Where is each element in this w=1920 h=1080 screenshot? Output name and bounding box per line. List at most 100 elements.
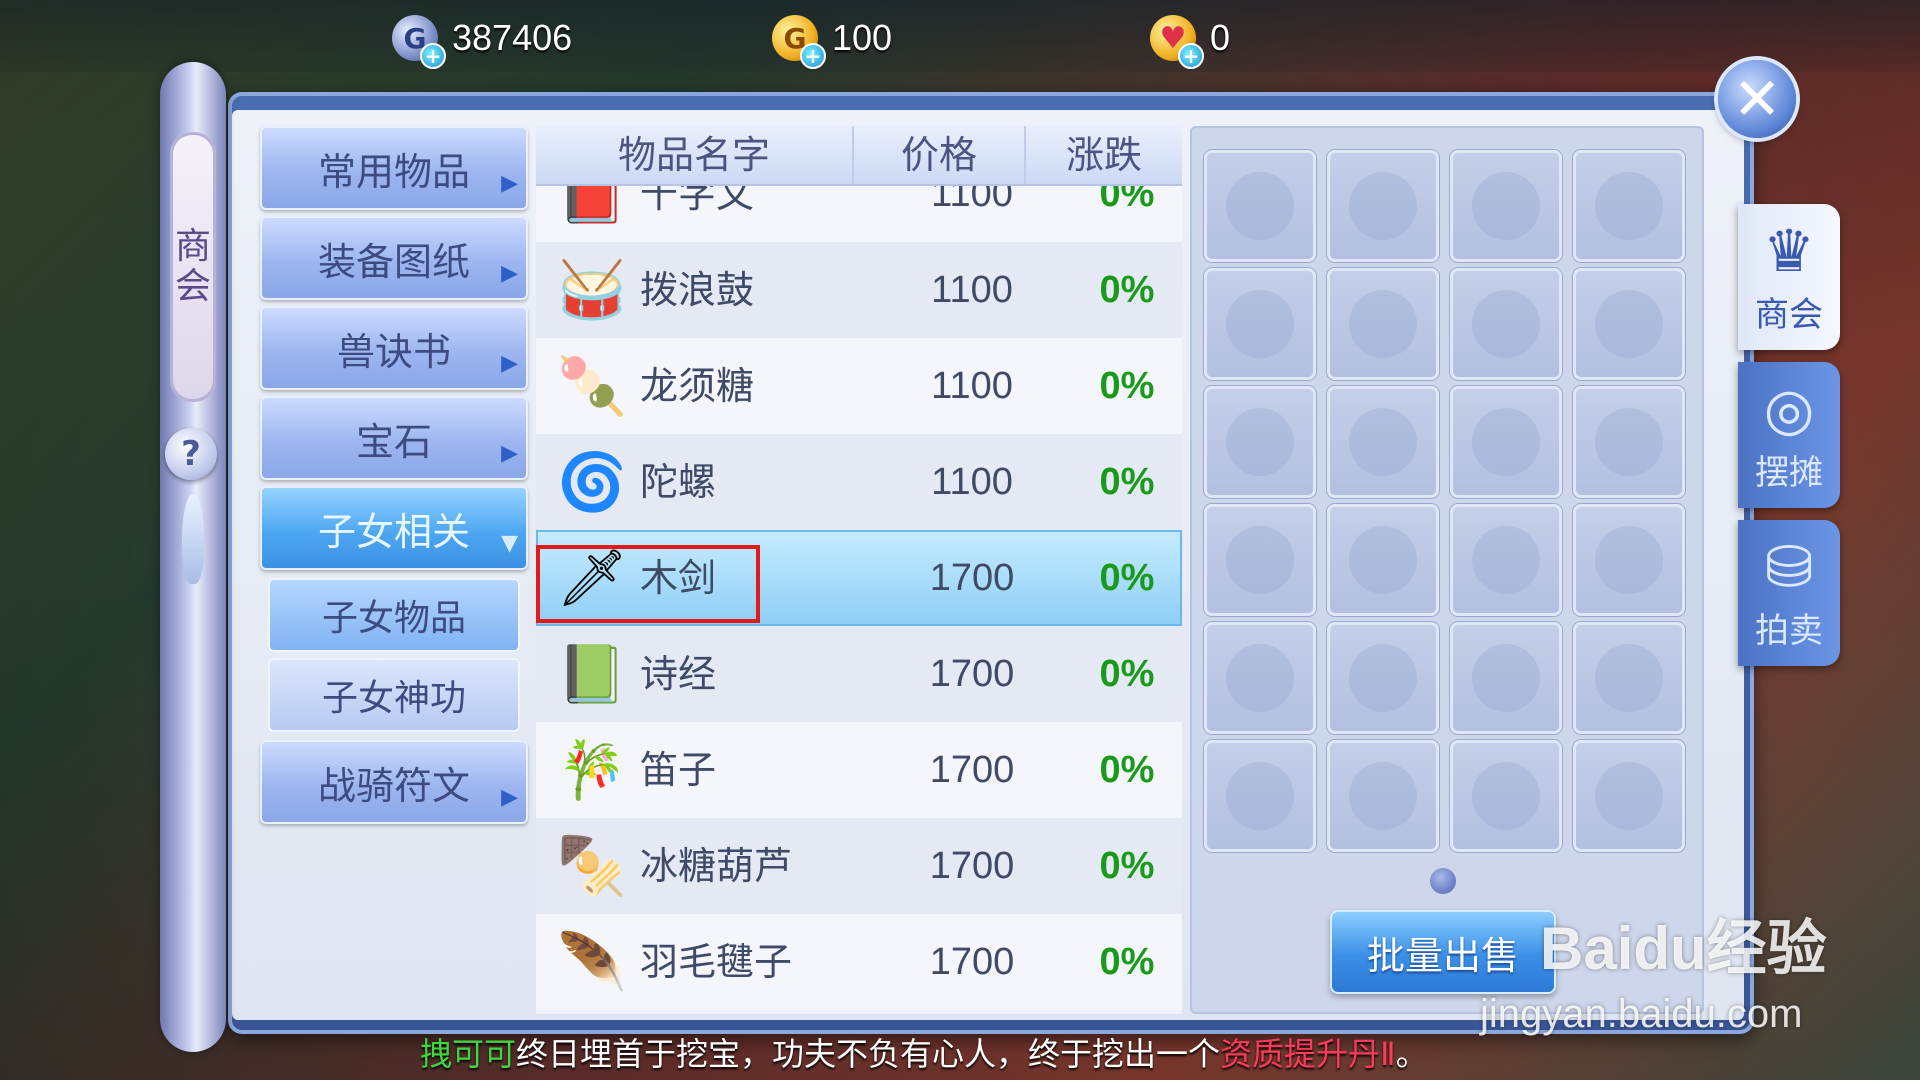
message-item-name[interactable]: 资质提升丹Ⅱ <box>1220 1035 1396 1073</box>
gold-coin-icon: G + <box>772 15 826 69</box>
table-row[interactable]: 🍡 龙须糖 1100 0% <box>536 338 1182 434</box>
category-children[interactable]: 子女相关 ▼ <box>260 486 528 570</box>
brush-decoration-icon <box>182 494 204 584</box>
inventory-slot[interactable] <box>1327 622 1439 734</box>
inventory-slot[interactable] <box>1204 268 1316 380</box>
item-change: 0% <box>1099 269 1155 311</box>
inventory-slot[interactable] <box>1450 386 1562 498</box>
subcategory-children-items[interactable]: 子女物品 <box>268 578 520 652</box>
book-stack-icon: 📗 <box>557 642 627 707</box>
add-gold-icon[interactable]: + <box>800 43 826 69</box>
tab-label: 摆摊 <box>1755 452 1823 493</box>
item-price: 1700 <box>929 557 1015 599</box>
shuttlecock-icon: 🪶 <box>557 930 627 995</box>
category-equipment-blueprints[interactable]: 装备图纸 ▶ <box>260 216 528 300</box>
category-beast-skill-books[interactable]: 兽诀书 ▶ <box>260 306 528 390</box>
inventory-slot[interactable] <box>1573 504 1685 616</box>
tab-label: 拍卖 <box>1755 610 1823 651</box>
heart-currency[interactable]: ♥ + 0 <box>1150 12 1230 69</box>
item-price: 1700 <box>929 845 1015 887</box>
item-name: 冰糖葫芦 <box>640 844 793 888</box>
item-change: 0% <box>1099 941 1155 983</box>
coins-icon: ◎ <box>1763 374 1815 443</box>
subcategory-children-skills[interactable]: 子女神功 <box>268 658 520 732</box>
inventory-slot[interactable] <box>1204 150 1316 262</box>
chevron-down-icon: ▼ <box>501 531 518 556</box>
item-change: 0% <box>1099 557 1155 599</box>
item-name: 拨浪鼓 <box>640 268 755 312</box>
table-row[interactable]: 🌀 陀螺 1100 0% <box>536 434 1182 530</box>
tab-stall[interactable]: ◎ 摆摊 <box>1738 362 1840 508</box>
tab-shop-guild[interactable]: ♛ 商会 <box>1738 204 1840 350</box>
gold-currency[interactable]: G + 100 <box>772 12 892 69</box>
chevron-right-icon: ▶ <box>501 785 518 810</box>
item-change: 0% <box>1099 845 1155 887</box>
inventory-slot[interactable] <box>1573 386 1685 498</box>
category-gems[interactable]: 宝石 ▶ <box>260 396 528 480</box>
inventory-slot[interactable] <box>1204 386 1316 498</box>
category-mount-runes[interactable]: 战骑符文 ▶ <box>260 740 528 824</box>
page-indicator-dot[interactable] <box>1430 868 1456 894</box>
item-change: 0% <box>1099 749 1155 791</box>
scroll-title-char: 商 <box>174 226 211 267</box>
silver-currency[interactable]: G + 387406 <box>392 12 573 69</box>
table-row[interactable]: 🍢 冰糖葫芦 1700 0% <box>536 818 1182 914</box>
table-row[interactable]: 🥁 拨浪鼓 1100 0% <box>536 242 1182 338</box>
item-price: 1700 <box>929 653 1015 695</box>
inventory-slot[interactable] <box>1450 622 1562 734</box>
category-common-items[interactable]: 常用物品 ▶ <box>260 126 528 210</box>
inventory-slot[interactable] <box>1450 268 1562 380</box>
item-price: 1100 <box>931 461 1013 503</box>
inventory-slot[interactable] <box>1573 622 1685 734</box>
inventory-slot[interactable] <box>1450 150 1562 262</box>
system-message: 拽可可终日埋首于挖宝，功夫不负有心人，终于挖出一个资质提升丹Ⅱ。 <box>420 1032 1520 1076</box>
inventory-slot[interactable] <box>1450 504 1562 616</box>
bulk-sell-button[interactable]: 批量出售 <box>1330 910 1556 994</box>
silver-amount: 387406 <box>452 17 573 58</box>
item-name: 笛子 <box>640 748 717 792</box>
chevron-right-icon: ▶ <box>501 171 518 196</box>
candy-plate-icon: 🍡 <box>557 354 627 419</box>
table-row[interactable]: 🎋 笛子 1700 0% <box>536 722 1182 818</box>
add-heart-icon[interactable]: + <box>1178 43 1204 69</box>
item-change: 0% <box>1099 365 1155 407</box>
add-silver-icon[interactable]: + <box>420 43 446 69</box>
highlight-box <box>536 545 760 623</box>
flute-icon: 🎋 <box>557 738 627 803</box>
tab-auction[interactable]: ⛁ 拍卖 <box>1738 520 1840 666</box>
item-name: 陀螺 <box>640 460 717 504</box>
close-button[interactable]: ✕ <box>1718 60 1796 138</box>
header-item-name: 物品名字 <box>536 126 854 184</box>
item-name: 羽毛毽子 <box>640 940 793 984</box>
inventory-slot[interactable] <box>1327 150 1439 262</box>
inventory-slot[interactable] <box>1327 386 1439 498</box>
table-row[interactable]: 🪶 羽毛毽子 1700 0% <box>536 914 1182 1010</box>
candied-haws-icon: 🍢 <box>557 834 627 899</box>
rattle-drum-icon: 🥁 <box>557 258 627 323</box>
tab-label: 商会 <box>1755 294 1823 335</box>
inventory-slot[interactable] <box>1450 740 1562 852</box>
table-row[interactable]: 📗 诗经 1700 0% <box>536 626 1182 722</box>
category-label: 子女相关 <box>317 509 470 554</box>
category-label: 装备图纸 <box>317 239 470 284</box>
spinning-top-icon: 🌀 <box>557 450 627 515</box>
inventory-slot[interactable] <box>1327 740 1439 852</box>
inventory-slot[interactable] <box>1327 268 1439 380</box>
inventory-slot[interactable] <box>1573 150 1685 262</box>
category-label: 常用物品 <box>317 149 470 194</box>
item-name: 龙须糖 <box>640 364 755 408</box>
message-player-name[interactable]: 拽可可 <box>420 1035 516 1073</box>
inventory-slot[interactable] <box>1573 740 1685 852</box>
help-button[interactable]: ? <box>165 428 217 480</box>
currency-bar: G + 387406 G + 100 ♥ + 0 <box>0 0 1920 72</box>
inventory-slot[interactable] <box>1573 268 1685 380</box>
scroll-title: 商 会 <box>170 132 216 402</box>
inventory-slot[interactable] <box>1327 504 1439 616</box>
heart-coin-icon: ♥ + <box>1150 15 1204 69</box>
item-change: 0% <box>1099 461 1155 503</box>
inventory-slot[interactable] <box>1204 740 1316 852</box>
inventory-slot[interactable] <box>1204 504 1316 616</box>
inventory-slot[interactable] <box>1204 622 1316 734</box>
item-price: 1100 <box>931 365 1013 407</box>
item-name: 诗经 <box>640 652 717 696</box>
